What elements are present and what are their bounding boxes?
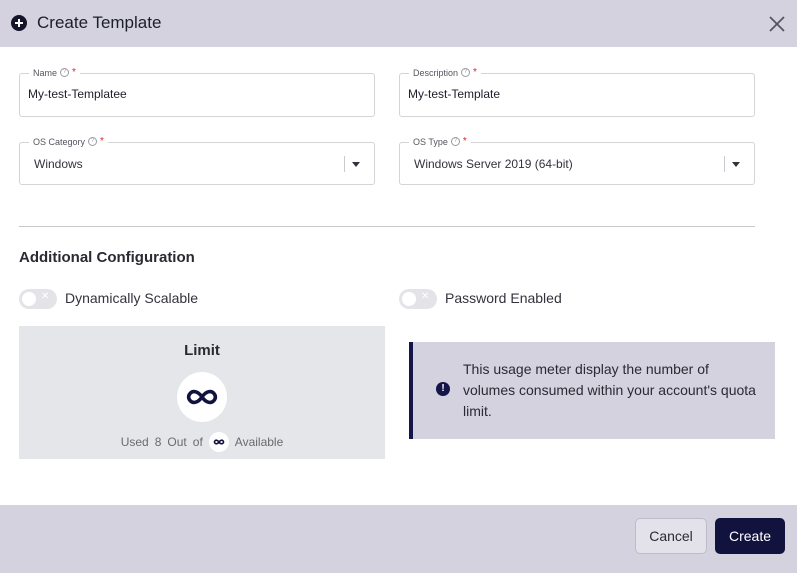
chevron-down-icon[interactable] bbox=[732, 162, 740, 167]
dynamically-scalable-toggle[interactable]: ✕ bbox=[19, 289, 57, 309]
create-button[interactable]: Create bbox=[715, 518, 785, 554]
os-category-value: Windows bbox=[34, 157, 83, 171]
used-value: 8 bbox=[154, 435, 162, 449]
description-input[interactable] bbox=[408, 87, 738, 101]
password-enabled-label: Password Enabled bbox=[445, 290, 562, 306]
name-label: Name ? * bbox=[29, 67, 80, 78]
cancel-button[interactable]: Cancel bbox=[635, 518, 707, 554]
toggle-knob bbox=[22, 292, 36, 306]
close-icon[interactable] bbox=[766, 13, 788, 35]
create-template-dialog: Create Template Name ? * Description ? *… bbox=[0, 0, 797, 573]
usage-info-box: ! This usage meter display the number of… bbox=[409, 342, 775, 439]
password-enabled-toggle[interactable]: ✕ bbox=[399, 289, 437, 309]
limit-title: Limit bbox=[184, 342, 220, 359]
of-label: of bbox=[192, 435, 203, 449]
description-label: Description ? * bbox=[409, 67, 481, 78]
infinity-icon bbox=[208, 432, 229, 452]
dynamically-scalable-label: Dynamically Scalable bbox=[65, 290, 199, 306]
help-icon[interactable]: ? bbox=[60, 68, 70, 77]
name-field[interactable]: Name ? * bbox=[19, 67, 375, 117]
chevron-down-icon[interactable] bbox=[352, 162, 360, 167]
os-type-value: Windows Server 2019 (64-bit) bbox=[414, 157, 573, 171]
dialog-footer: Cancel Create bbox=[0, 505, 797, 573]
description-field[interactable]: Description ? * bbox=[399, 67, 755, 117]
toggle-knob bbox=[402, 292, 416, 306]
out-label: Out bbox=[167, 435, 187, 449]
help-icon[interactable]: ? bbox=[461, 68, 471, 77]
plus-circle-icon bbox=[11, 15, 27, 31]
os-category-label: OS Category ? * bbox=[29, 136, 108, 147]
infinity-icon bbox=[177, 372, 227, 422]
help-icon[interactable]: ? bbox=[450, 137, 460, 146]
exclamation-icon: ! bbox=[436, 382, 450, 396]
select-separator bbox=[344, 156, 345, 172]
help-icon[interactable]: ? bbox=[88, 137, 98, 146]
usage-info-text: This usage meter display the number of v… bbox=[463, 361, 756, 419]
additional-configuration-title: Additional Configuration bbox=[19, 249, 195, 266]
dialog-title: Create Template bbox=[37, 13, 162, 32]
available-label: Available bbox=[234, 435, 284, 449]
dialog-header: Create Template bbox=[0, 0, 797, 47]
name-input[interactable] bbox=[28, 87, 358, 101]
os-type-select[interactable]: OS Type ? * Windows Server 2019 (64-bit) bbox=[399, 136, 755, 185]
select-separator bbox=[724, 156, 725, 172]
section-divider bbox=[19, 226, 755, 227]
toggle-off-icon: ✕ bbox=[421, 291, 430, 302]
usage-summary: Used 8 Out of Available bbox=[19, 432, 385, 452]
used-label: Used bbox=[120, 435, 149, 449]
toggle-off-icon: ✕ bbox=[41, 291, 50, 302]
os-type-label: OS Type ? * bbox=[409, 136, 471, 147]
limit-card: Limit Used 8 Out of Available bbox=[19, 326, 385, 459]
os-category-select[interactable]: OS Category ? * Windows bbox=[19, 136, 375, 185]
